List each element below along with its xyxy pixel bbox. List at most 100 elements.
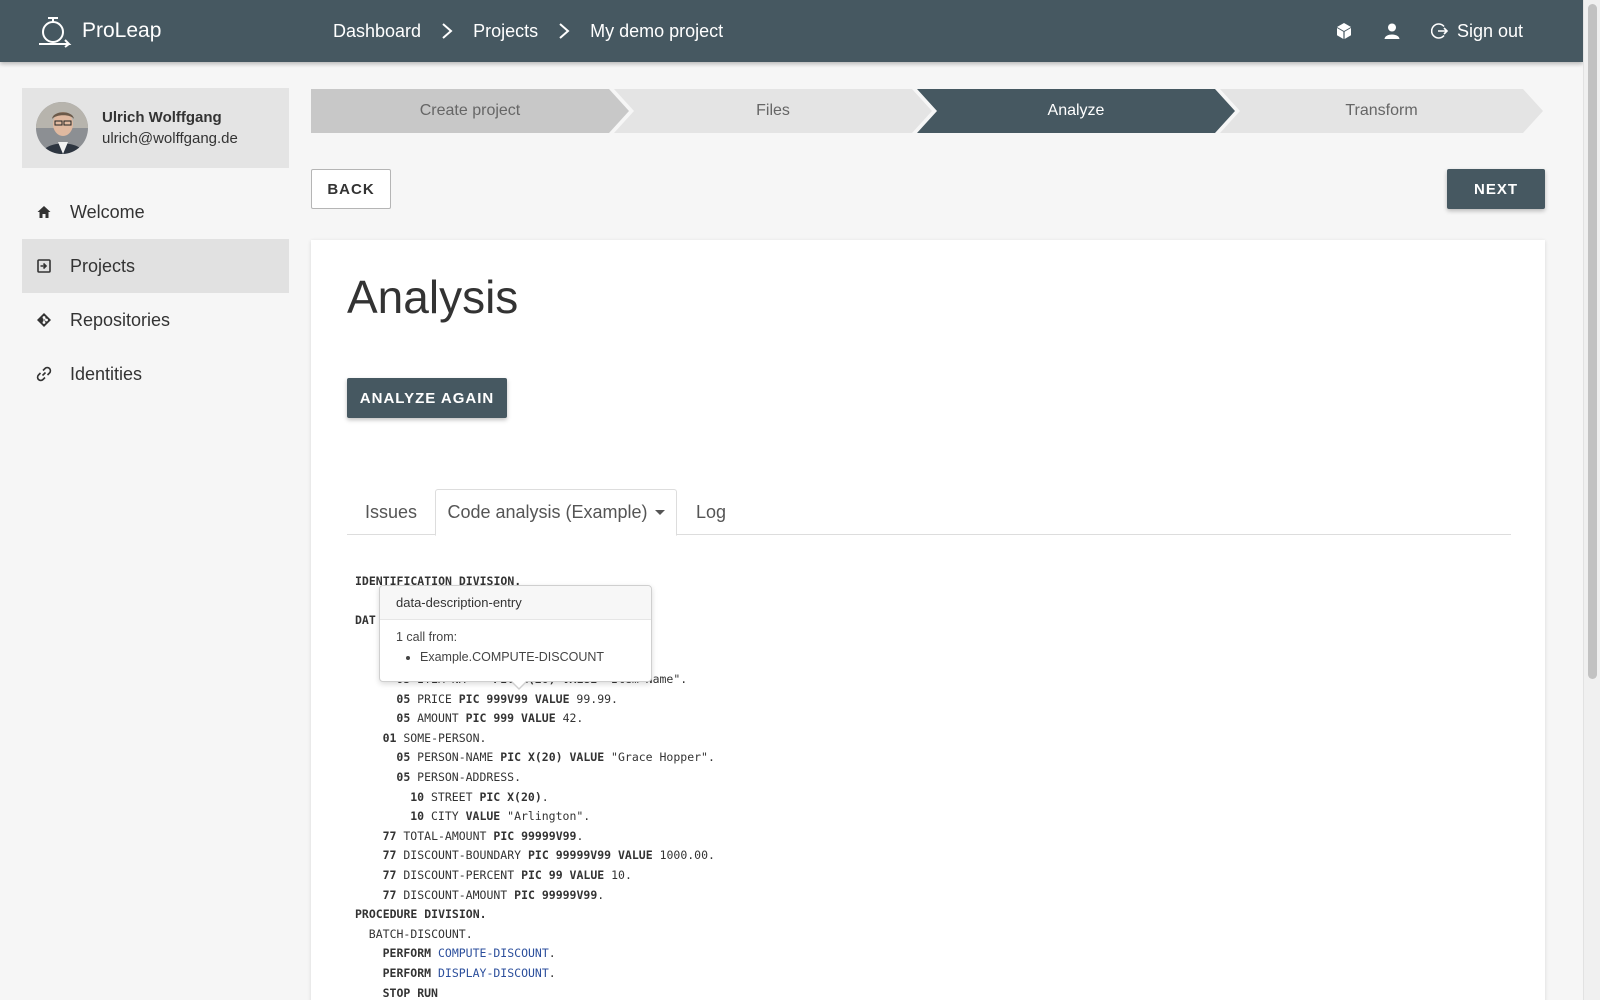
sidebar-item-projects[interactable]: Projects xyxy=(22,239,289,293)
code-line: 77 TOTAL-AMOUNT PIC 99999V99. xyxy=(383,827,584,845)
code-keyword: 10 xyxy=(410,809,431,824)
top-navbar: ProLeap Dashboard Projects My demo proje… xyxy=(0,0,1583,62)
code-link[interactable]: COMPUTE-DISCOUNT xyxy=(438,946,549,960)
user-profile-card: Ulrich Wolffgang ulrich@wolffgang.de xyxy=(22,88,289,168)
sidebar-item-welcome[interactable]: Welcome xyxy=(22,185,289,239)
chevron-right-icon xyxy=(558,22,570,40)
code-keyword: DAT xyxy=(355,613,376,628)
brand-name: ProLeap xyxy=(82,19,162,42)
code-token: TOTAL-AMOUNT xyxy=(403,828,494,843)
code-token: PERSON-ADDRESS. xyxy=(417,770,522,784)
tab-log[interactable]: Log xyxy=(677,489,745,535)
code-token: 10. xyxy=(611,868,632,882)
sidebar-item-identities[interactable]: Identities xyxy=(22,347,289,401)
code-keyword: PIC X(20) VALUE xyxy=(500,750,612,765)
tab-label: Issues xyxy=(364,501,418,522)
home-icon xyxy=(37,206,51,218)
git-icon xyxy=(37,313,51,327)
code-keyword: PIC 99 VALUE xyxy=(521,868,612,882)
code-line: 05 PERSON-NAME PIC X(20) VALUE "Grace Ho… xyxy=(396,748,715,766)
tab-code-analysis[interactable]: Code analysis (Example) xyxy=(435,489,677,536)
user-name: Ulrich Wolffgang xyxy=(102,109,222,126)
back-button[interactable]: BACK xyxy=(311,169,391,209)
code-link[interactable]: DISPLAY-DISCOUNT xyxy=(438,966,549,980)
code-keyword: PERFORM xyxy=(382,966,438,980)
cube-icon[interactable] xyxy=(1335,22,1353,40)
code-token: DISCOUNT-BOUNDARY xyxy=(403,848,528,863)
tooltip-title: data-description-entry xyxy=(380,586,651,620)
code-keyword: 77 xyxy=(382,887,404,902)
code-token: AMOUNT xyxy=(417,711,466,726)
next-button[interactable]: NEXT xyxy=(1447,169,1545,209)
tooltip-arrow xyxy=(510,680,528,690)
code-line: 05 PRICE PIC 999V99 VALUE 99.99. xyxy=(396,690,618,708)
page-title: Analysis xyxy=(347,271,519,323)
code-token: . xyxy=(597,887,605,902)
tooltip-body: 1 call from: Example.COMPUTE-DISCOUNT xyxy=(380,620,651,674)
page-scrollbar[interactable] xyxy=(1583,0,1600,1000)
tooltip-call-list: Example.COMPUTE-DISCOUNT xyxy=(396,650,635,664)
code-keyword: 05 xyxy=(396,750,418,765)
code-line: 77 DISCOUNT-AMOUNT PIC 99999V99. xyxy=(383,886,605,904)
sign-out-button[interactable]: Sign out xyxy=(1430,21,1523,42)
breadcrumb-dashboard[interactable]: Dashboard xyxy=(333,21,421,42)
code-line: 10 STREET PIC X(20). xyxy=(410,788,549,806)
code-keyword: 77 xyxy=(382,868,404,882)
code-keyword: 77 xyxy=(382,828,404,843)
user-email: ulrich@wolffgang.de xyxy=(102,130,238,147)
code-keyword: PERFORM xyxy=(382,946,438,961)
code-keyword: PIC 999 VALUE xyxy=(465,711,563,726)
scrollbar-thumb[interactable] xyxy=(1588,4,1597,679)
step-files[interactable]: Files xyxy=(614,89,932,133)
user-icon[interactable] xyxy=(1383,22,1401,40)
sign-out-icon xyxy=(1430,23,1449,39)
code-token: . xyxy=(576,828,584,843)
analyze-again-button[interactable]: ANALYZE AGAIN xyxy=(347,378,507,418)
code-keyword: 05 xyxy=(396,770,418,784)
code-line: PROCEDURE DIVISION. xyxy=(355,905,487,923)
code-token: STREET xyxy=(430,789,480,804)
analysis-tabs: Issues Code analysis (Example) Log xyxy=(347,489,1511,536)
sidebar-item-label: Projects xyxy=(70,255,136,276)
code-token: 42. xyxy=(562,711,584,726)
code-keyword: PIC 99999V99 xyxy=(514,887,598,902)
code-token: 99.99. xyxy=(576,691,618,706)
step-analyze[interactable]: Analyze xyxy=(917,89,1235,133)
code-tooltip: data-description-entry 1 call from: Exam… xyxy=(379,585,652,690)
logo[interactable]: ProLeap xyxy=(36,14,161,48)
code-line: 05 PERSON-ADDRESS. xyxy=(396,768,521,786)
code-keyword: PIC 99999V99 VALUE xyxy=(528,848,660,863)
breadcrumb-my-demo-project[interactable]: My demo project xyxy=(590,21,723,42)
code-keyword: 05 xyxy=(396,691,418,706)
code-line: STOP RUN xyxy=(383,984,438,1000)
code-keyword: PIC 99999V99 xyxy=(493,828,577,843)
code-keyword: VALUE xyxy=(465,809,508,824)
code-keyword: 01 xyxy=(382,730,404,745)
avatar xyxy=(36,102,88,154)
code-line: PERFORM COMPUTE-DISCOUNT. xyxy=(383,944,556,962)
code-token: DISCOUNT-PERCENT xyxy=(403,868,522,882)
tab-issues[interactable]: Issues xyxy=(347,489,435,535)
code-keyword: 05 xyxy=(396,711,418,726)
breadcrumb-projects[interactable]: Projects xyxy=(473,21,538,42)
code-line: 77 DISCOUNT-PERCENT PIC 99 VALUE 10. xyxy=(383,866,632,884)
project-stepper: Create project Files Analyze Transform xyxy=(311,89,1545,133)
step-create-project[interactable]: Create project xyxy=(311,89,629,133)
code-keyword: PIC 999V99 VALUE xyxy=(458,691,577,706)
step-transform[interactable]: Transform xyxy=(1220,89,1543,133)
code-keyword: PIC X(20) xyxy=(479,789,542,804)
code-token: BATCH-DISCOUNT. xyxy=(368,926,473,941)
tab-label: Log xyxy=(695,501,727,522)
code-token: PRICE xyxy=(417,691,459,706)
proleap-logo-icon xyxy=(39,17,72,48)
sidebar-item-repositories[interactable]: Repositories xyxy=(22,293,289,347)
breadcrumb: Dashboard Projects My demo project xyxy=(333,0,723,62)
tooltip-call-item[interactable]: Example.COMPUTE-DISCOUNT xyxy=(420,650,635,664)
code-line: DAT xyxy=(355,611,376,629)
code-keyword: PROCEDURE DIVISION. xyxy=(355,907,487,922)
code-token: . xyxy=(548,966,556,980)
code-token: SOME-PERSON. xyxy=(403,730,487,745)
sidebar-item-label: Repositories xyxy=(70,309,171,330)
code-token: CITY xyxy=(430,809,466,824)
code-token: . xyxy=(548,946,556,961)
